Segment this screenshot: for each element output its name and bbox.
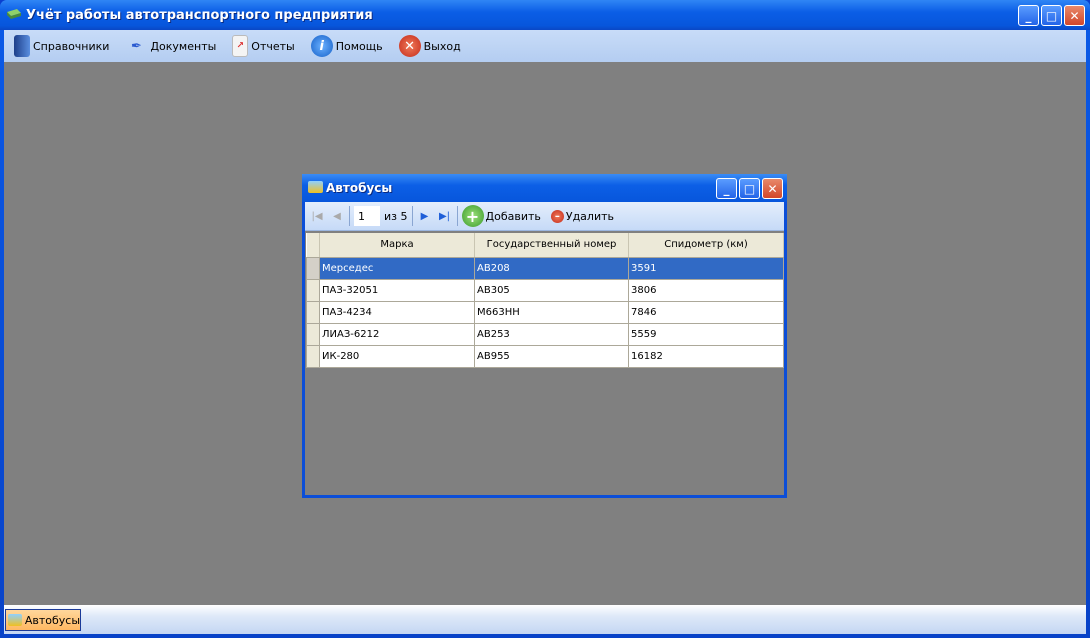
menu-bar: Справочники ✒ Документы ↗ Отчеты i Помощь ✕… (4, 30, 1086, 62)
buses-grid: Марка Государственный номер Спидометр (к… (306, 233, 784, 368)
page-input[interactable] (354, 206, 380, 226)
row-header[interactable] (306, 256, 320, 280)
app-icon (7, 9, 21, 19)
tab-buses[interactable]: Автобусы (5, 609, 81, 631)
bus-icon (8, 614, 22, 626)
table-row[interactable]: Мерседес АВ208 3591 (306, 256, 784, 280)
plate-cell[interactable]: АВ208 (474, 256, 629, 280)
bus-icon (308, 181, 323, 193)
maximize-button[interactable]: □ (1041, 5, 1062, 26)
row-header-corner (306, 233, 320, 258)
child-minimize-button[interactable]: _ (716, 178, 737, 199)
title-bar: Учёт работы автотранспортного предприяти… (0, 0, 1090, 30)
row-header[interactable] (306, 300, 320, 324)
brand-cell[interactable]: ЛИАЗ-6212 (319, 322, 475, 346)
child-maximize-button[interactable]: □ (739, 178, 760, 199)
column-header-plate[interactable]: Государственный номер (474, 233, 629, 258)
table-row[interactable]: ПАЗ-32051 АВ305 3806 (306, 278, 784, 302)
menu-references[interactable]: Справочники (14, 35, 109, 57)
odometer-cell[interactable]: 3591 (628, 256, 784, 280)
minimize-button[interactable]: _ (1018, 5, 1039, 26)
child-title-bar: Автобусы _ □ ✕ (302, 174, 787, 202)
brand-cell[interactable]: ПАЗ-4234 (319, 300, 475, 324)
info-icon: i (310, 35, 333, 57)
brand-cell[interactable]: Мерседес (319, 256, 475, 280)
brand-cell[interactable]: ИК-280 (319, 344, 475, 368)
pen-icon: ✒ (131, 38, 142, 54)
exit-icon: ✕ (398, 35, 421, 57)
child-window-title: Автобусы (326, 181, 393, 195)
odometer-cell[interactable]: 3806 (628, 278, 784, 302)
plate-cell[interactable]: АВ955 (474, 344, 629, 368)
next-page-button[interactable]: ▶ (417, 207, 433, 225)
child-close-button[interactable]: ✕ (762, 178, 783, 199)
menu-reports[interactable]: ↗ Отчеты (232, 35, 295, 57)
table-row[interactable]: ЛИАЗ-6212 АВ253 5559 (306, 322, 784, 346)
separator (411, 206, 413, 226)
prev-page-button[interactable]: ◀ (329, 207, 345, 225)
page-count: из 5 (384, 209, 408, 223)
window-tab-bar: Автобусы (4, 605, 1086, 634)
plate-cell[interactable]: М663НН (474, 300, 629, 324)
grid-area: Марка Государственный номер Спидометр (к… (305, 231, 784, 495)
menu-help[interactable]: i Помощь (310, 35, 383, 57)
plate-cell[interactable]: АВ253 (474, 322, 629, 346)
table-row[interactable]: ИК-280 АВ955 16182 (306, 344, 784, 368)
plate-cell[interactable]: АВ305 (474, 278, 629, 302)
row-header[interactable] (306, 344, 320, 368)
separator (349, 206, 350, 226)
first-page-button[interactable]: |◀ (309, 207, 325, 225)
brand-cell[interactable]: ПАЗ-32051 (319, 278, 475, 302)
odometer-cell[interactable]: 16182 (628, 344, 784, 368)
odometer-cell[interactable]: 7846 (628, 300, 784, 324)
menu-exit[interactable]: ✕ Выход (398, 35, 461, 57)
separator (456, 206, 458, 226)
table-row[interactable]: ПАЗ-4234 М663НН 7846 (306, 300, 784, 324)
book-icon (14, 35, 30, 57)
delete-button[interactable]: – Удалить (550, 209, 614, 223)
add-button[interactable]: + Добавить (461, 205, 541, 227)
row-header[interactable] (306, 278, 320, 302)
odometer-cell[interactable]: 5559 (628, 322, 784, 346)
last-page-button[interactable]: ▶| (437, 207, 453, 225)
column-header-brand[interactable]: Марка (319, 233, 475, 258)
row-header[interactable] (306, 322, 320, 346)
report-icon: ↗ (232, 35, 249, 57)
navigator-toolbar: |◀ ◀ из 5 ▶ ▶| +Добавить –Удалить (305, 202, 784, 231)
menu-documents[interactable]: ✒ Документы (125, 35, 216, 57)
window-title: Учёт работы автотранспортного предприяти… (26, 8, 373, 23)
minus-icon: – (550, 209, 564, 223)
buses-window: Автобусы _ □ ✕ |◀ ◀ из 5 ▶ ▶| +Добавить … (302, 174, 787, 498)
plus-icon: + (461, 205, 484, 227)
column-header-odometer[interactable]: Спидометр (км) (628, 233, 784, 258)
close-button[interactable]: ✕ (1064, 5, 1085, 26)
